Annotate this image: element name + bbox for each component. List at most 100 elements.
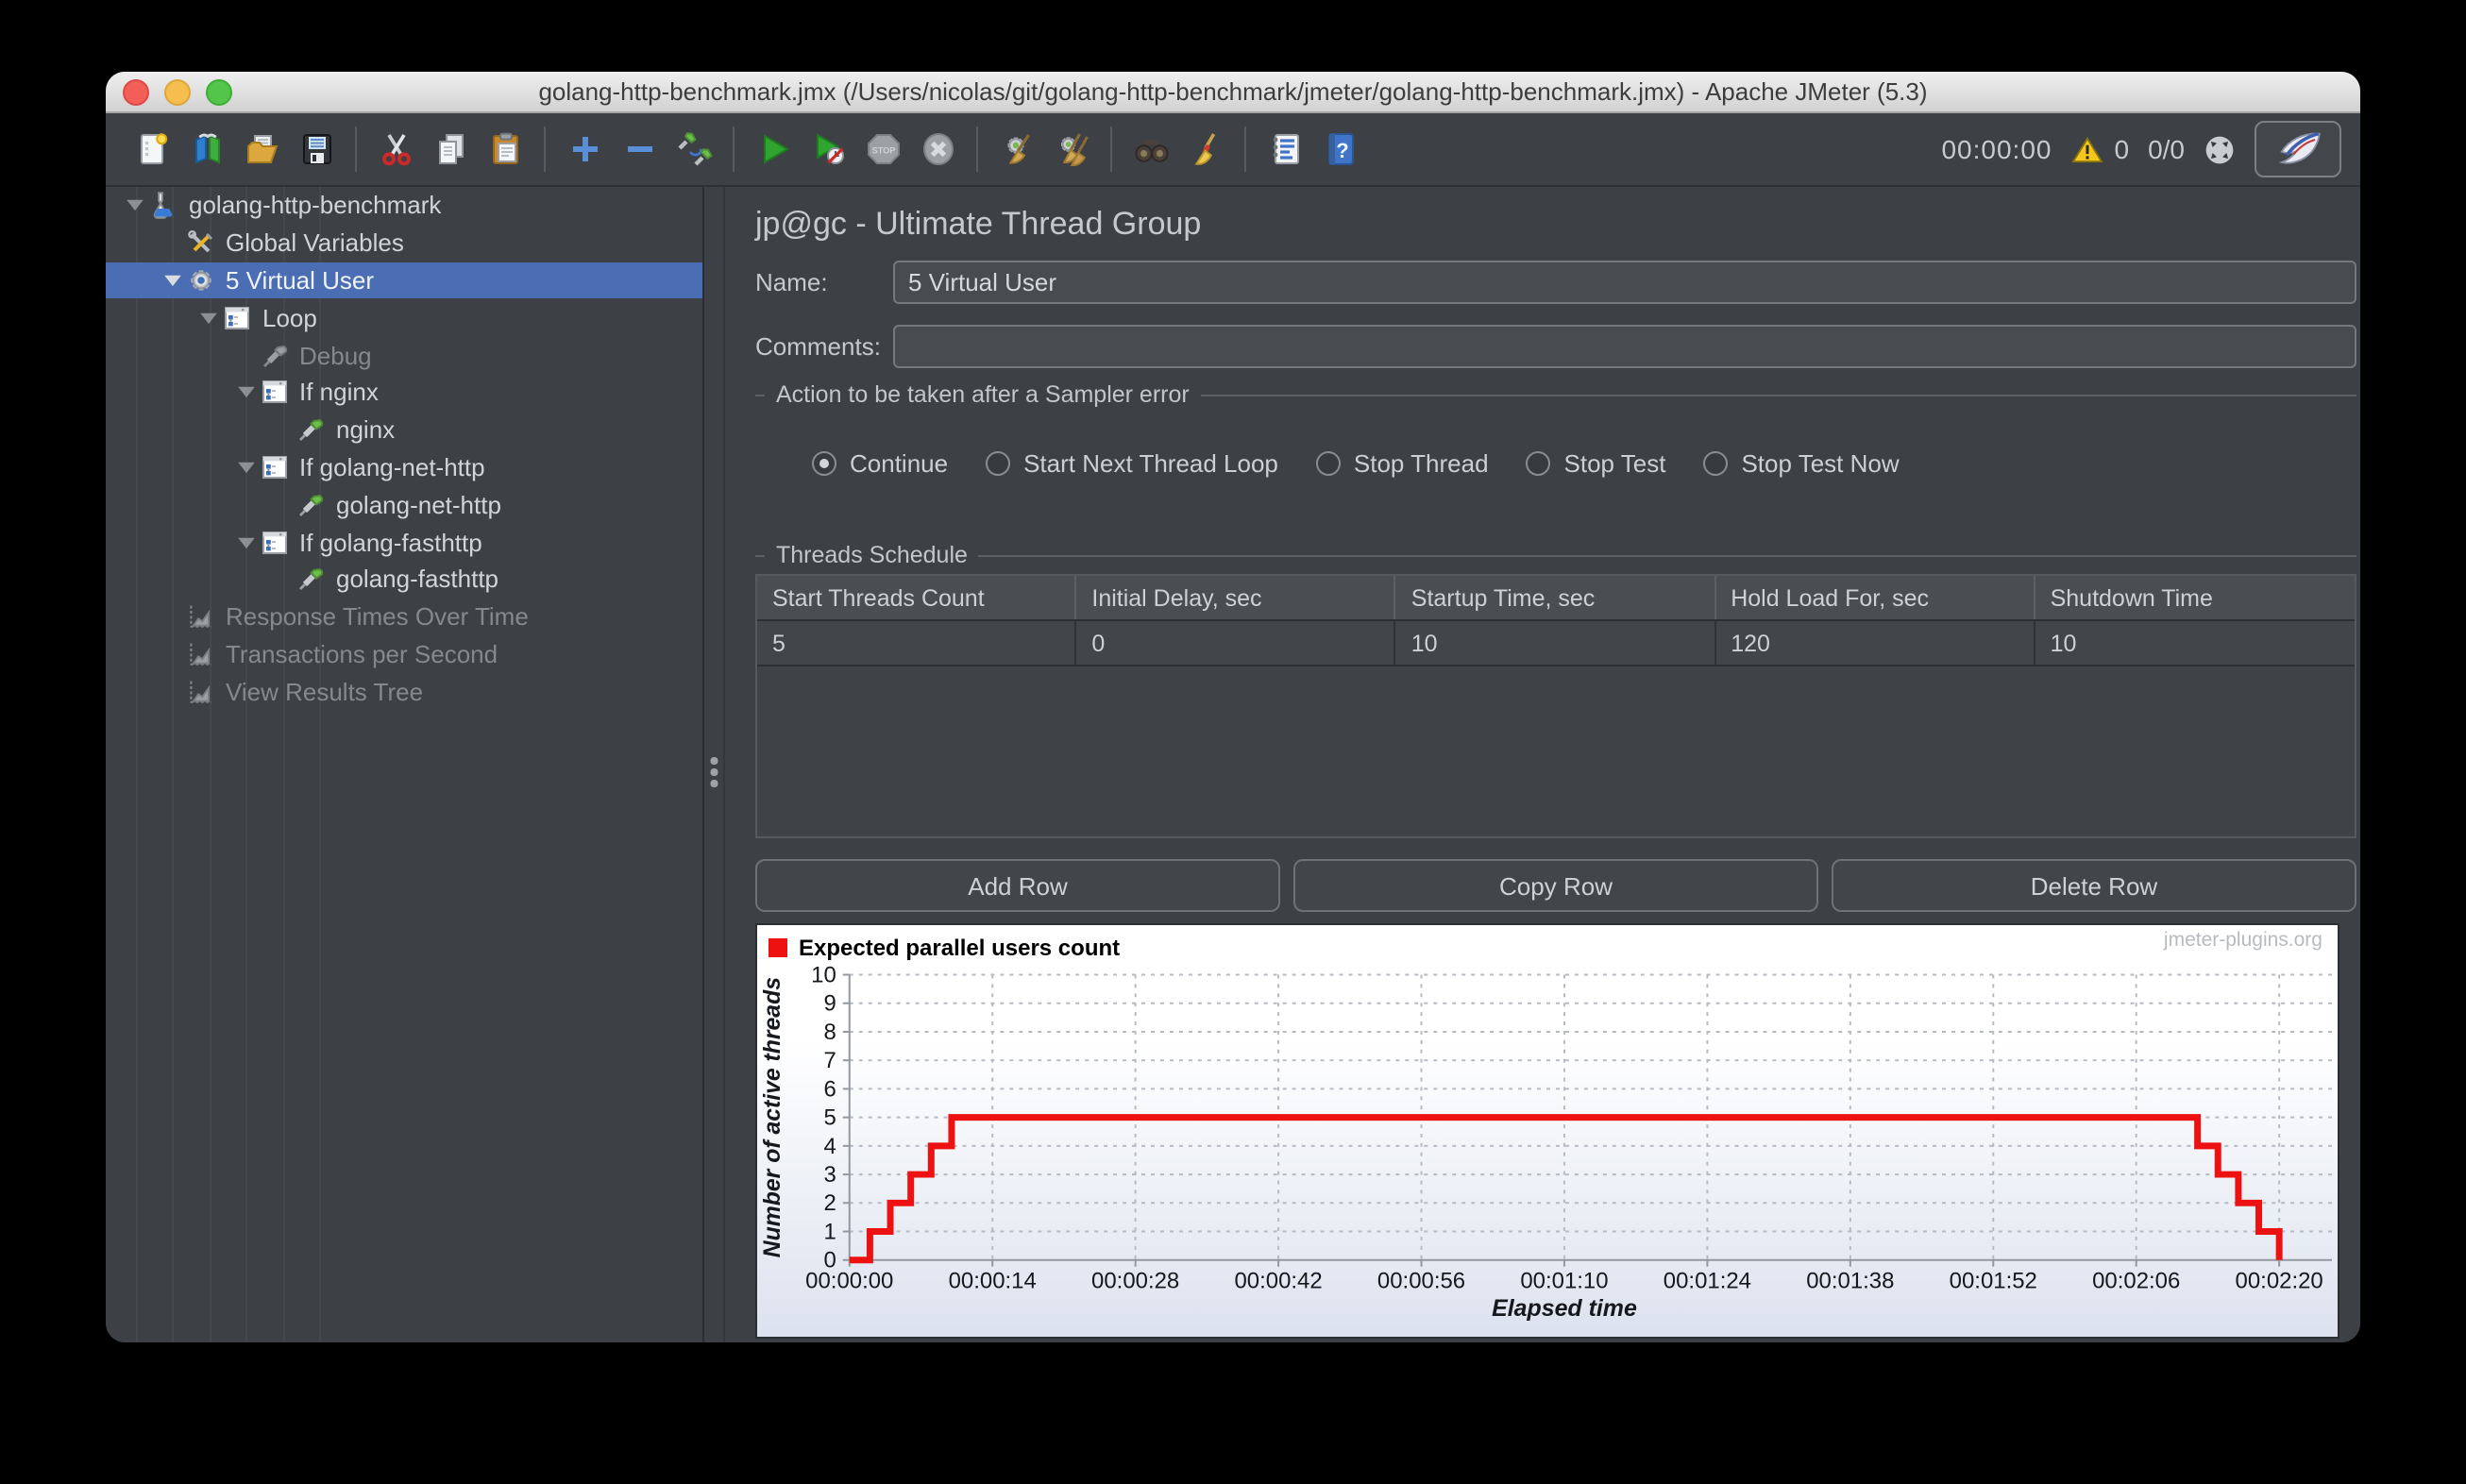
tree-item-label: If golang-fasthttp [299,528,482,557]
tree-item-label: View Results Tree [226,677,424,706]
tree-item-if-golang-fasthttp[interactable]: If golang-fasthttp [106,523,702,561]
table-cell[interactable]: 10 [2035,621,2355,665]
table-cell[interactable]: 120 [1715,621,2035,665]
expand-arrow-icon[interactable] [123,199,147,212]
expand-arrow-icon[interactable] [233,386,258,399]
tree-item-golang-http-benchmark[interactable]: golang-http-benchmark [106,187,702,225]
start-button[interactable] [750,125,797,174]
help-icon: ? [1321,130,1359,168]
open-file-button[interactable] [238,125,285,174]
clear-icon [998,130,1036,168]
toolbar-buttons: STOP? [125,125,1367,174]
jmeter-logo-button[interactable] [2255,121,2341,177]
radio-stop-thread[interactable]: Stop Thread [1315,449,1489,478]
add-row-button[interactable]: Add Row [755,859,1280,912]
clear-button[interactable] [993,125,1040,174]
svg-text:00:00:56: 00:00:56 [1377,1269,1465,1294]
tree-item-if-golang-net-http[interactable]: If golang-net-http [106,448,702,486]
log-errors-indicator[interactable]: 0 [2070,134,2129,164]
radio-continue[interactable]: Continue [812,449,948,478]
close-window-button[interactable] [123,78,149,105]
expand-arrow-icon[interactable] [233,461,258,474]
sampler-icon [295,565,327,595]
tree-item-golang-fasthttp[interactable]: golang-fasthttp [106,561,702,599]
panel-splitter[interactable] [702,187,725,1342]
thread-group-icon [184,265,216,295]
svg-text:Elapsed time: Elapsed time [1492,1296,1637,1322]
test-plan-tree: golang-http-benchmark Global Variables 5 V… [106,187,702,1342]
search-button[interactable] [1127,125,1174,174]
name-input[interactable] [893,261,2356,304]
start-no-pauses-button[interactable] [804,125,852,174]
test-timer: 00:00:00 [1941,134,2052,164]
column-header-shutdown-time: Shutdown Time [2050,584,2213,611]
copy-button[interactable] [427,125,474,174]
toggle-elements-button[interactable] [670,125,718,174]
collapse-all-button[interactable] [616,125,663,174]
sampler-disabled-icon [258,340,290,370]
cut-button[interactable] [372,125,419,174]
error-action-section-title: Action to be taken after a Sampler error [755,381,2356,408]
error-action-radios: Continue Start Next Thread Loop Stop Threa… [812,449,1900,478]
toggle-elements-icon [675,130,713,168]
sampler-icon [295,414,327,445]
search-reset-button[interactable] [1182,125,1229,174]
table-cell[interactable]: 10 [1396,621,1716,665]
tree-item-nginx[interactable]: nginx [106,412,702,449]
tree-item-global-variables[interactable]: Global Variables [106,225,702,262]
radio-start-next-thread-loop[interactable]: Start Next Thread Loop [986,449,1278,478]
svg-text:STOP: STOP [871,145,895,155]
expand-arrow-icon[interactable] [233,535,258,548]
controller-icon [258,378,290,408]
tree-item-if-nginx[interactable]: If nginx [106,374,702,412]
svg-text:00:02:20: 00:02:20 [2236,1269,2323,1294]
svg-text:5: 5 [823,1105,836,1131]
minimize-window-button[interactable] [164,78,191,105]
active-total-threads: 0/0 [2148,134,2185,164]
tree-item-response-times-over-time[interactable]: Response Times Over Time [106,599,702,636]
remote-start-icon[interactable] [2204,133,2236,165]
copy-row-button[interactable]: Copy Row [1293,859,1818,912]
tree-item-label: Transactions per Second [226,639,498,668]
expand-arrow-icon[interactable] [196,312,221,325]
cut-icon [377,130,414,168]
toolbar-separator [733,126,735,172]
tree-item-label: nginx [336,415,396,445]
clear-all-button[interactable] [1048,125,1095,174]
help-button[interactable]: ? [1316,125,1363,174]
save-button[interactable] [293,125,340,174]
toolbar-separator [355,126,357,172]
radio-icon [1526,451,1551,476]
radio-icon [1315,451,1341,476]
row-buttons: Add Row Copy Row Delete Row [755,859,2356,912]
expand-arrow-icon[interactable] [160,274,184,287]
tree-item-loop[interactable]: Loop [106,299,702,337]
paste-button[interactable] [481,125,529,174]
tree-item-transactions-per-second[interactable]: Transactions per Second [106,635,702,673]
zoom-window-button[interactable] [206,78,232,105]
stop-button[interactable]: STOP [859,125,906,174]
templates-icon [188,130,226,168]
function-helper-button[interactable] [1261,125,1309,174]
comments-input[interactable] [893,325,2356,368]
ultimate-thread-group-panel: jp@gc - Ultimate Thread Group Name: Comm… [725,187,2360,1342]
tree-item-5-virtual-user[interactable]: 5 Virtual User [106,261,702,299]
delete-row-button[interactable]: Delete Row [1832,859,2356,912]
radio-stop-test-now[interactable]: Stop Test Now [1703,449,1900,478]
svg-text:?: ? [1335,139,1347,162]
paste-icon [486,130,524,168]
start-icon [754,130,792,168]
expand-all-button[interactable] [561,125,608,174]
legend-swatch [769,938,787,957]
new-file-button[interactable] [128,125,176,174]
table-cell[interactable]: 5 [757,621,1077,665]
tree-item-golang-net-http[interactable]: golang-net-http [106,486,702,524]
radio-stop-test[interactable]: Stop Test [1526,449,1665,478]
tree-item-view-results-tree[interactable]: View Results Tree [106,673,702,711]
toolbar-separator [1110,126,1112,172]
shutdown-button[interactable] [914,125,961,174]
templates-button[interactable] [183,125,230,174]
test-plan-icon [147,191,179,221]
tree-item-debug[interactable]: Debug [106,336,702,374]
table-cell[interactable]: 0 [1076,621,1396,665]
